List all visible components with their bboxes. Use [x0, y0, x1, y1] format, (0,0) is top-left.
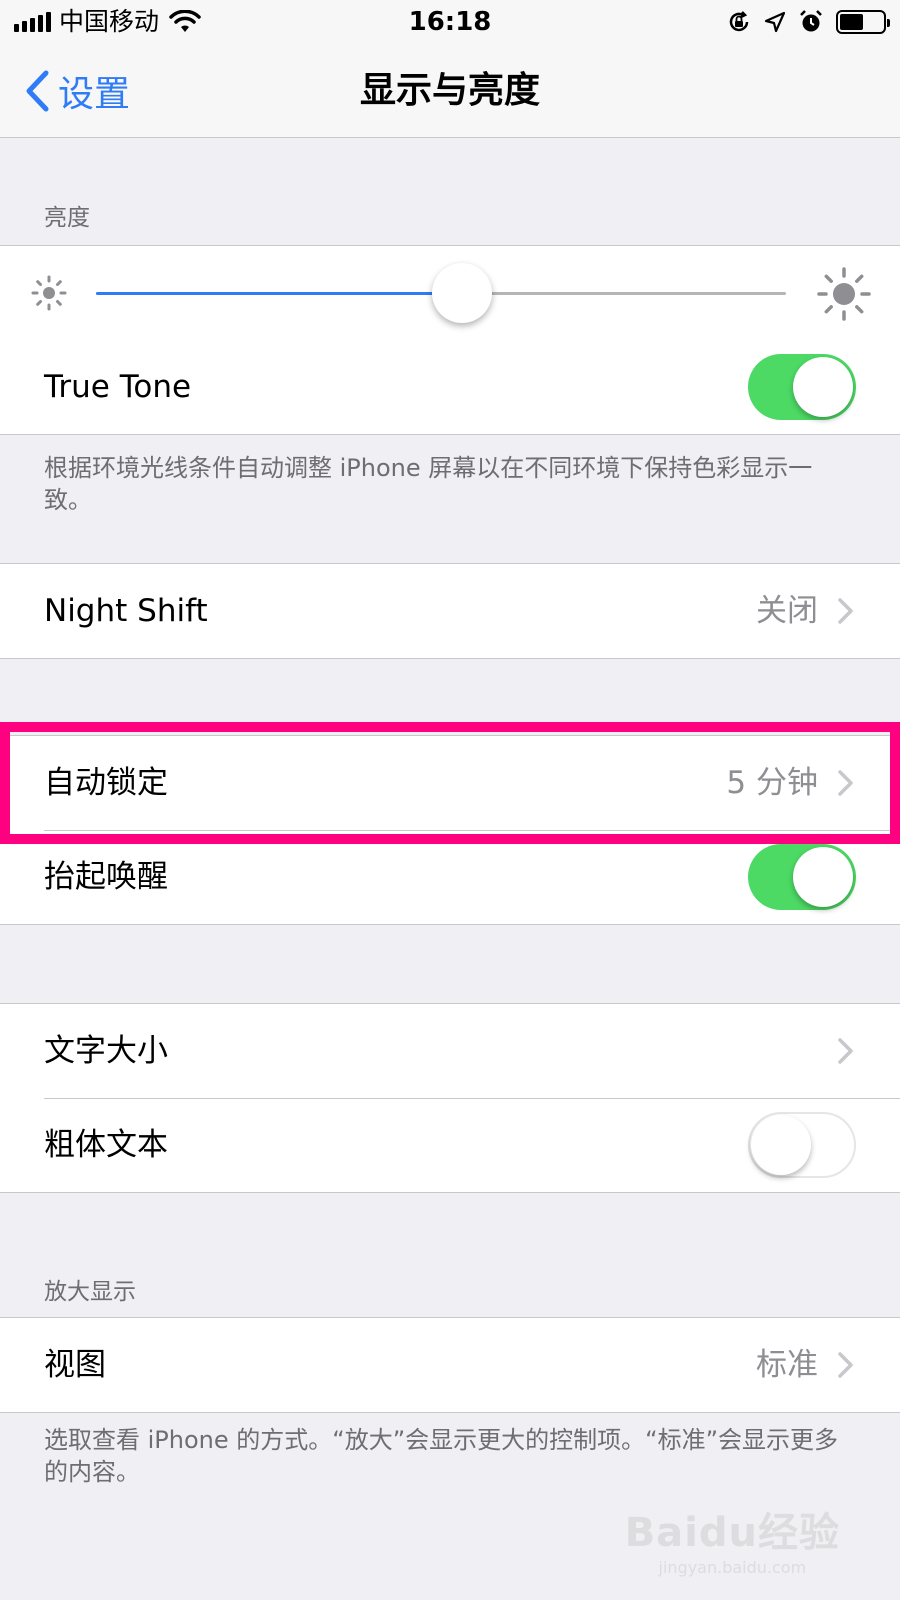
night-shift-value: 关闭	[756, 593, 818, 629]
brightness-group: True Tone	[0, 245, 900, 435]
zoom-view-row[interactable]: 视图 标准	[0, 1318, 900, 1412]
brightness-slider-fill	[96, 292, 462, 295]
location-icon	[764, 11, 786, 33]
text-size-row[interactable]: 文字大小	[0, 1004, 900, 1098]
bold-text-row: 粗体文本	[0, 1098, 900, 1192]
battery-icon	[836, 10, 890, 34]
page-title: 显示与亮度	[359, 70, 540, 111]
zoom-group: 视图 标准	[0, 1317, 900, 1413]
brightness-slider[interactable]	[96, 263, 786, 323]
chevron-right-icon	[838, 598, 853, 624]
true-tone-footer: 根据环境光线条件自动调整 iPhone 屏幕以在不同环境下保持色彩显示一致。	[44, 454, 813, 514]
raise-to-wake-label: 抬起唤醒	[44, 859, 168, 895]
watermark-logo: Baidu经验	[624, 1510, 840, 1556]
auto-lock-row[interactable]: 自动锁定 5 分钟	[0, 736, 900, 830]
sun-large-icon	[817, 267, 871, 321]
zoom-view-label: 视图	[44, 1347, 106, 1383]
auto-lock-value: 5 分钟	[726, 765, 818, 801]
bold-text-label: 粗体文本	[44, 1127, 168, 1163]
chevron-right-icon	[838, 1038, 853, 1064]
sun-small-icon	[31, 275, 67, 311]
zoom-footer: 选取查看 iPhone 的方式。“放大”会显示更大的控制项。“标准”会显示更多的…	[44, 1426, 839, 1486]
brightness-header: 亮度	[44, 205, 90, 231]
text-size-label: 文字大小	[44, 1033, 168, 1069]
alarm-icon	[800, 10, 822, 32]
status-right	[726, 6, 890, 38]
brightness-slider-row	[0, 246, 900, 340]
status-bar: 中国移动 16:18	[0, 0, 900, 44]
orientation-lock-icon	[729, 11, 749, 32]
watermark: Baidu经验 jingyan.baidu.com	[625, 1500, 840, 1577]
night-shift-row[interactable]: Night Shift 关闭	[0, 564, 900, 658]
raise-to-wake-row: 抬起唤醒	[0, 830, 900, 924]
night-shift-group: Night Shift 关闭	[0, 563, 900, 659]
watermark-url: jingyan.baidu.com	[658, 1558, 807, 1577]
true-tone-switch[interactable]	[748, 354, 856, 420]
chevron-right-icon	[838, 1352, 853, 1378]
night-shift-label: Night Shift	[44, 593, 208, 629]
true-tone-label: True Tone	[44, 369, 192, 405]
lock-group: 自动锁定 5 分钟 抬起唤醒	[0, 735, 900, 925]
zoom-header: 放大显示	[44, 1279, 136, 1305]
true-tone-row: True Tone	[0, 340, 900, 434]
zoom-view-value: 标准	[756, 1347, 818, 1383]
bold-text-switch[interactable]	[748, 1112, 856, 1178]
auto-lock-label: 自动锁定	[44, 765, 168, 801]
chevron-right-icon	[838, 770, 853, 796]
raise-to-wake-switch[interactable]	[748, 844, 856, 910]
brightness-slider-thumb[interactable]	[431, 263, 492, 323]
text-group: 文字大小 粗体文本	[0, 1003, 900, 1193]
navigation-bar: 设置 显示与亮度	[0, 44, 900, 138]
